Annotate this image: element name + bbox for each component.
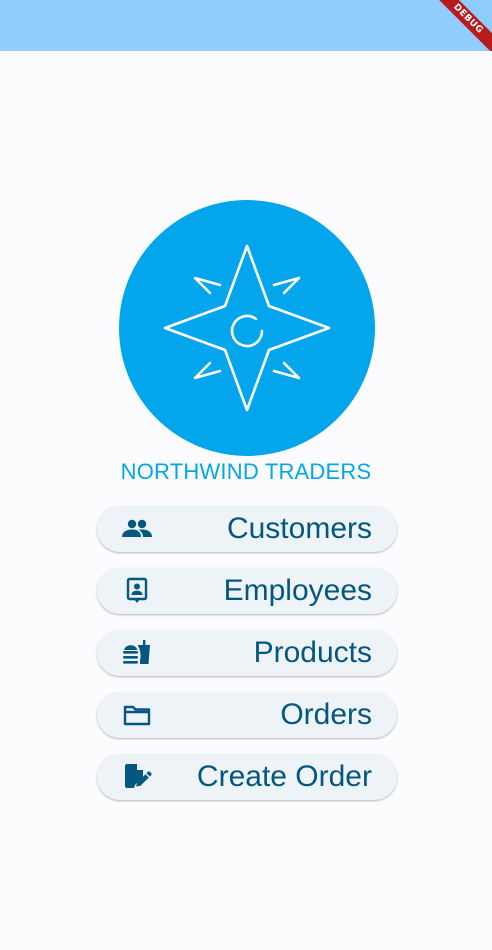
customers-label: Customers: [226, 512, 372, 545]
app-logo: [119, 200, 375, 456]
products-button[interactable]: Products: [97, 630, 397, 676]
contact-badge-icon: [121, 577, 153, 603]
products-label: Products: [253, 636, 372, 669]
employees-label: Employees: [223, 574, 372, 607]
folder-icon: [121, 703, 153, 727]
status-bar: DEBUG: [0, 0, 492, 51]
customers-button[interactable]: Customers: [97, 506, 397, 552]
orders-label: Orders: [280, 698, 372, 731]
main-menu: Customers Employees Products Orders Crea…: [97, 506, 397, 816]
edit-document-icon: [121, 764, 153, 789]
compass-star-icon: [163, 244, 331, 412]
brand-name: NORTHWIND TRADERS: [120, 459, 372, 484]
debug-banner-label: DEBUG: [432, 0, 492, 51]
people-icon: [121, 517, 153, 541]
create-order-label: Create Order: [196, 760, 372, 793]
debug-banner: DEBUG: [432, 0, 492, 51]
create-order-button[interactable]: Create Order: [97, 754, 397, 800]
orders-button[interactable]: Orders: [97, 692, 397, 738]
employees-button[interactable]: Employees: [97, 568, 397, 614]
fastfood-icon: [121, 640, 153, 665]
